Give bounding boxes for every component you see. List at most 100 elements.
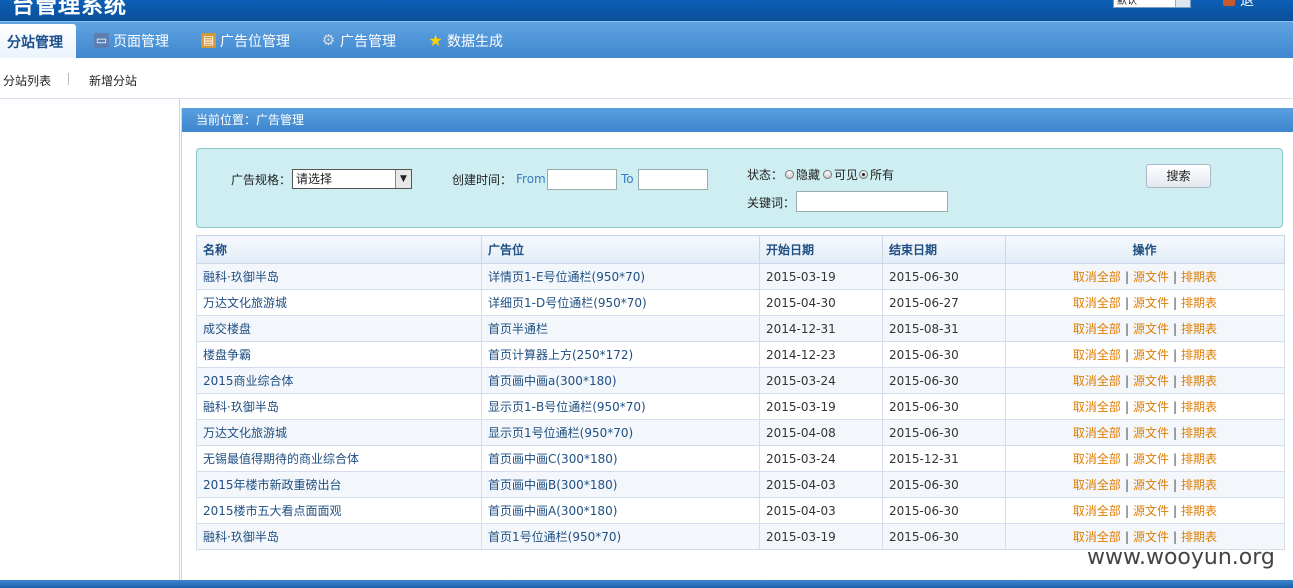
end-date-cell: 2015-06-30 bbox=[882, 471, 1006, 498]
action-separator: | bbox=[1124, 374, 1129, 388]
source-file-link[interactable]: 源文件 bbox=[1133, 400, 1169, 414]
created-time-label: 创建时间： bbox=[452, 173, 513, 187]
column-header-end-date: 结束日期 bbox=[882, 235, 1006, 264]
ad-name-cell: 融科·玖御半岛 bbox=[196, 523, 482, 550]
cancel-all-link[interactable]: 取消全部 bbox=[1073, 322, 1121, 336]
page-icon: ▭ bbox=[94, 33, 109, 48]
cancel-all-link[interactable]: 取消全部 bbox=[1073, 504, 1121, 518]
action-separator: | bbox=[1124, 426, 1129, 440]
schedule-link[interactable]: 排期表 bbox=[1181, 400, 1217, 414]
source-file-link[interactable]: 源文件 bbox=[1133, 452, 1169, 466]
ad-position-cell: 详情页1-E号位通栏(950*70) bbox=[481, 263, 760, 290]
end-date-cell: 2015-06-30 bbox=[882, 393, 1006, 420]
schedule-link[interactable]: 排期表 bbox=[1181, 348, 1217, 362]
theme-select[interactable]: 默认 bbox=[1113, 0, 1191, 8]
add-site-link[interactable]: 新增分站 bbox=[89, 72, 137, 89]
tab-ad-management[interactable]: ⚙ 广告管理 bbox=[321, 22, 396, 59]
status-radio-hidden[interactable] bbox=[785, 170, 794, 179]
action-separator: | bbox=[1173, 374, 1178, 388]
schedule-link[interactable]: 排期表 bbox=[1181, 296, 1217, 310]
breadcrumb: 当前位置：广告管理 bbox=[182, 108, 1293, 132]
tab-data-generation[interactable]: ★ 数据生成 bbox=[428, 22, 503, 59]
ad-name-cell: 2015楼市五大看点面面观 bbox=[196, 497, 482, 524]
action-separator: | bbox=[1124, 348, 1129, 362]
spec-select[interactable]: 请选择 ▼ bbox=[292, 169, 412, 189]
end-date-cell: 2015-06-27 bbox=[882, 289, 1006, 316]
source-file-link[interactable]: 源文件 bbox=[1133, 348, 1169, 362]
start-date-cell: 2015-04-03 bbox=[759, 497, 883, 524]
tab-label: 页面管理 bbox=[113, 33, 169, 50]
actions-cell: 取消全部 | 源文件 | 排期表 bbox=[1005, 393, 1285, 420]
cancel-all-link[interactable]: 取消全部 bbox=[1073, 296, 1121, 310]
ad-position-cell: 详细页1-D号位通栏(950*70) bbox=[481, 289, 760, 316]
source-file-link[interactable]: 源文件 bbox=[1133, 478, 1169, 492]
actions-cell: 取消全部 | 源文件 | 排期表 bbox=[1005, 263, 1285, 290]
status-radio-all[interactable] bbox=[859, 170, 868, 179]
action-separator: | bbox=[1124, 452, 1129, 466]
cancel-all-link[interactable]: 取消全部 bbox=[1073, 348, 1121, 362]
ad-position-cell: 首页画中画A(300*180) bbox=[481, 497, 760, 524]
search-button[interactable]: 搜索 bbox=[1146, 164, 1211, 188]
schedule-link[interactable]: 排期表 bbox=[1181, 530, 1217, 544]
action-separator: | bbox=[1173, 400, 1178, 414]
left-panel bbox=[0, 99, 180, 580]
source-file-link[interactable]: 源文件 bbox=[1133, 530, 1169, 544]
ad-position-cell: 首页画中画C(300*180) bbox=[481, 445, 760, 472]
cancel-all-link[interactable]: 取消全部 bbox=[1073, 374, 1121, 388]
status-option-label: 所有 bbox=[870, 168, 895, 182]
source-file-link[interactable]: 源文件 bbox=[1133, 296, 1169, 310]
tab-ad-position-management[interactable]: ▤ 广告位管理 bbox=[201, 22, 290, 59]
tab-site-management[interactable]: 分站管理 bbox=[0, 24, 76, 60]
keyword-input[interactable] bbox=[796, 191, 948, 212]
schedule-link[interactable]: 排期表 bbox=[1181, 374, 1217, 388]
table-row: 2015商业综合体 首页画中画a(300*180) 2015-03-24 2015-0… bbox=[196, 367, 1285, 394]
schedule-link[interactable]: 排期表 bbox=[1181, 478, 1217, 492]
schedule-link[interactable]: 排期表 bbox=[1181, 270, 1217, 284]
site-list-link[interactable]: 分站列表 bbox=[3, 72, 51, 89]
actions-cell: 取消全部 | 源文件 | 排期表 bbox=[1005, 289, 1285, 316]
schedule-link[interactable]: 排期表 bbox=[1181, 452, 1217, 466]
ad-position-cell: 首页半通栏 bbox=[481, 315, 760, 342]
ad-name-cell: 融科·玖御半岛 bbox=[196, 393, 482, 420]
ad-position-cell: 首页画中画a(300*180) bbox=[481, 367, 760, 394]
status-option-label: 可见 bbox=[834, 168, 859, 182]
bottom-bar bbox=[0, 580, 1293, 588]
schedule-link[interactable]: 排期表 bbox=[1181, 504, 1217, 518]
action-separator: | bbox=[1124, 530, 1129, 544]
chevron-down-icon bbox=[1175, 0, 1190, 7]
end-date-cell: 2015-12-31 bbox=[882, 445, 1006, 472]
start-date-cell: 2015-03-19 bbox=[759, 523, 883, 550]
column-header-name: 名称 bbox=[196, 235, 482, 264]
ad-position-cell: 首页计算器上方(250*172) bbox=[481, 341, 760, 368]
end-date-cell: 2015-06-30 bbox=[882, 341, 1006, 368]
cancel-all-link[interactable]: 取消全部 bbox=[1073, 426, 1121, 440]
action-separator: | bbox=[1124, 478, 1129, 492]
source-file-link[interactable]: 源文件 bbox=[1133, 322, 1169, 336]
table-row: 融科·玖御半岛 详情页1-E号位通栏(950*70) 2015-03-19 2015-… bbox=[196, 263, 1285, 290]
source-file-link[interactable]: 源文件 bbox=[1133, 270, 1169, 284]
table-row: 万达文化旅游城 详细页1-D号位通栏(950*70) 2015-04-30 2015-… bbox=[196, 289, 1285, 316]
status-radio-visible[interactable] bbox=[823, 170, 832, 179]
ad-position-cell: 首页画中画B(300*180) bbox=[481, 471, 760, 498]
cancel-all-link[interactable]: 取消全部 bbox=[1073, 400, 1121, 414]
schedule-link[interactable]: 排期表 bbox=[1181, 426, 1217, 440]
source-file-link[interactable]: 源文件 bbox=[1133, 426, 1169, 440]
table-row: 融科·玖御半岛 显示页1-B号位通栏(950*70) 2015-03-19 2015-… bbox=[196, 393, 1285, 420]
to-date-input[interactable] bbox=[638, 169, 708, 190]
from-date-input[interactable] bbox=[547, 169, 617, 190]
tab-page-management[interactable]: ▭ 页面管理 bbox=[94, 22, 169, 59]
ad-name-cell: 2015商业综合体 bbox=[196, 367, 482, 394]
start-date-cell: 2015-04-30 bbox=[759, 289, 883, 316]
cancel-all-link[interactable]: 取消全部 bbox=[1073, 452, 1121, 466]
action-separator: | bbox=[1173, 322, 1178, 336]
ad-position-cell: 显示页1号位通栏(950*70) bbox=[481, 419, 760, 446]
cancel-all-link[interactable]: 取消全部 bbox=[1073, 270, 1121, 284]
column-header-actions: 操作 bbox=[1005, 235, 1285, 264]
cancel-all-link[interactable]: 取消全部 bbox=[1073, 478, 1121, 492]
source-file-link[interactable]: 源文件 bbox=[1133, 374, 1169, 388]
logout-icon[interactable] bbox=[1223, 0, 1235, 6]
cancel-all-link[interactable]: 取消全部 bbox=[1073, 530, 1121, 544]
source-file-link[interactable]: 源文件 bbox=[1133, 504, 1169, 518]
schedule-link[interactable]: 排期表 bbox=[1181, 322, 1217, 336]
logout-link[interactable]: 退 bbox=[1240, 0, 1254, 10]
